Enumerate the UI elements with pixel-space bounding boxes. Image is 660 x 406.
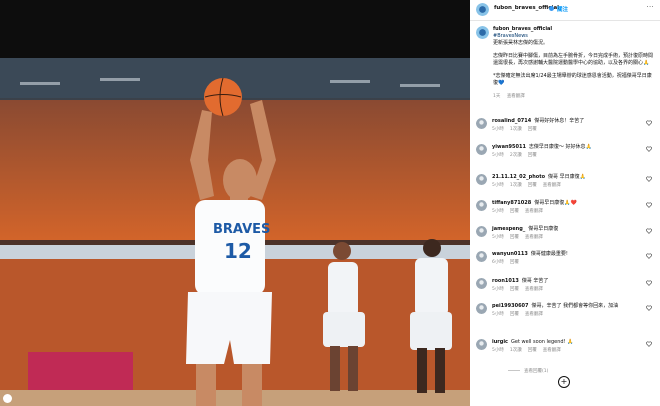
comment-username[interactable]: tiffany871028	[492, 200, 531, 206]
avatar[interactable]	[476, 200, 487, 211]
comment-time: 5小時	[492, 235, 504, 240]
basketball-photo: BRAVES 12	[0, 0, 470, 406]
avatar[interactable]	[476, 303, 487, 314]
comment-item: iurgic Get well soon legend! 🙏 5小時 1次讚 回覆 查看翻…	[476, 339, 656, 354]
comment-username[interactable]: pei19930607	[492, 303, 529, 309]
comment-item: wanyun0113 傑哥健康最重要! 6小時 回覆	[476, 251, 656, 266]
post-caption: fubon_braves_official #BravesNews 更新張昊林志…	[476, 26, 656, 100]
comment-username[interactable]: jamespeng_	[492, 226, 525, 232]
courtside-board	[28, 352, 133, 390]
translate-link[interactable]: 查看翻譯	[507, 94, 525, 99]
caption-text: 志傑昨日比賽中腳傷，目前為左手腕骨折，今日完成手術，預計復原時間還需很長，再次感…	[493, 53, 654, 66]
comment-item: 21.11.12_02_photo 傑哥 早日康復🙏 5小時 1次讚 回覆 查看翻譯	[476, 174, 656, 189]
comment-text: 傑哥 早日康復🙏	[548, 174, 586, 180]
comment-username[interactable]: iurgic	[492, 339, 508, 345]
comment-text: 傑哥，辛苦了 我們都會等你回來，加油	[531, 303, 619, 309]
comment-likes[interactable]: 1次讚	[510, 348, 522, 353]
reply-button[interactable]: 回覆	[510, 260, 519, 265]
comment-username[interactable]: yiwan95011	[492, 144, 526, 150]
verified-icon	[549, 6, 554, 11]
like-heart-icon[interactable]	[646, 202, 652, 208]
comment-text: 傑哥早日康復🙏❤️	[534, 200, 577, 206]
comment-time: 5小時	[492, 348, 504, 353]
like-heart-icon[interactable]	[646, 120, 652, 126]
caption-text: 更新張昊林志傑的傷況。	[493, 40, 549, 46]
caption-username[interactable]: fubon_braves_official	[493, 26, 552, 32]
translate-link[interactable]: 查看翻譯	[543, 348, 561, 353]
comment-likes[interactable]: 2次讚	[510, 153, 522, 158]
translate-link[interactable]: 查看翻譯	[543, 183, 561, 188]
reply-button[interactable]: 回覆	[510, 235, 519, 240]
like-heart-icon[interactable]	[646, 305, 652, 311]
avatar[interactable]	[476, 174, 487, 185]
comment-time: 5小時	[492, 209, 504, 214]
comment-likes[interactable]: 1次讚	[510, 127, 522, 132]
reply-button[interactable]: 回覆	[510, 287, 519, 292]
avatar[interactable]	[476, 26, 489, 39]
reply-button[interactable]: 回覆	[510, 209, 519, 214]
comment-time: 5小時	[492, 153, 504, 158]
caption-text: *志傑確定無法出席1/24最主場舉辦的球迷感恩會活動，祝福傑哥早日康復💙	[493, 73, 652, 86]
comment-text: 傑哥好好休息！辛苦了	[534, 118, 585, 124]
translate-link[interactable]: 查看翻譯	[525, 312, 543, 317]
comment-text: 傑哥早日康復	[528, 226, 559, 232]
comment-item: yiwan95011 志傑早日康復～ 好好休息🙏 5小時 2次讚 回覆	[476, 144, 656, 159]
more-options-icon[interactable]: ···	[647, 4, 654, 11]
caption-hashtag[interactable]: #BravesNews	[493, 33, 656, 40]
comment-panel: fubon_braves_official 關注 ··· fubon_brave…	[470, 0, 660, 406]
add-comment-icon[interactable]: +	[558, 376, 570, 388]
comment-item: pei19930607 傑哥，辛苦了 我們都會等你回來，加油 5小時 回覆 查看翻譯	[476, 303, 656, 318]
like-heart-icon[interactable]	[646, 146, 652, 152]
comment-username[interactable]: wanyun0113	[492, 251, 528, 257]
avatar[interactable]	[476, 278, 487, 289]
avatar[interactable]	[476, 251, 487, 262]
comment-time: 5小時	[492, 312, 504, 317]
caption-time: 1天	[493, 94, 501, 99]
avatar[interactable]	[476, 339, 487, 350]
translate-link[interactable]: 查看翻譯	[525, 287, 543, 292]
view-replies-link[interactable]: 查看回覆(1)	[508, 368, 648, 374]
reply-button[interactable]: 回覆	[528, 348, 537, 353]
follow-button[interactable]: 關注	[557, 5, 568, 13]
jersey-number: 12	[224, 239, 252, 263]
avatar[interactable]	[476, 144, 487, 155]
avatar[interactable]	[476, 226, 487, 237]
reply-button[interactable]: 回覆	[528, 183, 537, 188]
post-header: fubon_braves_official 關注 ···	[470, 0, 660, 21]
comment-username[interactable]: roon1013	[492, 278, 519, 284]
avatar[interactable]	[476, 3, 489, 16]
comment-time: 5小時	[492, 127, 504, 132]
reply-button[interactable]: 回覆	[510, 312, 519, 317]
avatar[interactable]	[476, 118, 487, 129]
comment-time: 5小時	[492, 183, 504, 188]
like-heart-icon[interactable]	[646, 228, 652, 234]
comment-item: rosalind_0714 傑哥好好休息！辛苦了 5小時 1次讚 回覆	[476, 118, 656, 133]
comment-item: jamespeng_ 傑哥早日康復 5小時 回覆 查看翻譯	[476, 226, 656, 241]
comment-text: 傑哥 辛苦了	[521, 278, 549, 284]
like-heart-icon[interactable]	[646, 280, 652, 286]
reply-button[interactable]: 回覆	[528, 127, 537, 132]
translate-link[interactable]: 查看翻譯	[525, 209, 543, 214]
comment-text: Get well soon legend! 🙏	[511, 339, 574, 345]
comment-time: 6小時	[492, 260, 504, 265]
like-heart-icon[interactable]	[646, 176, 652, 182]
jersey-team: BRAVES	[213, 222, 270, 237]
comment-text: 志傑早日康復～ 好好休息🙏	[528, 144, 592, 150]
bottom-avatar	[3, 394, 12, 403]
like-heart-icon[interactable]	[646, 253, 652, 259]
translate-link[interactable]: 查看翻譯	[525, 235, 543, 240]
like-heart-icon[interactable]	[646, 341, 652, 347]
comment-item: tiffany871028 傑哥早日康復🙏❤️ 5小時 回覆 查看翻譯	[476, 200, 656, 215]
reply-button[interactable]: 回覆	[528, 153, 537, 158]
comment-item: roon1013 傑哥 辛苦了 5小時 回覆 查看翻譯	[476, 278, 656, 293]
comment-username[interactable]: rosalind_0714	[492, 118, 531, 124]
comment-username[interactable]: 21.11.12_02_photo	[492, 174, 545, 180]
comment-text: 傑哥健康最重要!	[530, 251, 568, 257]
comment-time: 5小時	[492, 287, 504, 292]
comment-likes[interactable]: 1次讚	[510, 183, 522, 188]
